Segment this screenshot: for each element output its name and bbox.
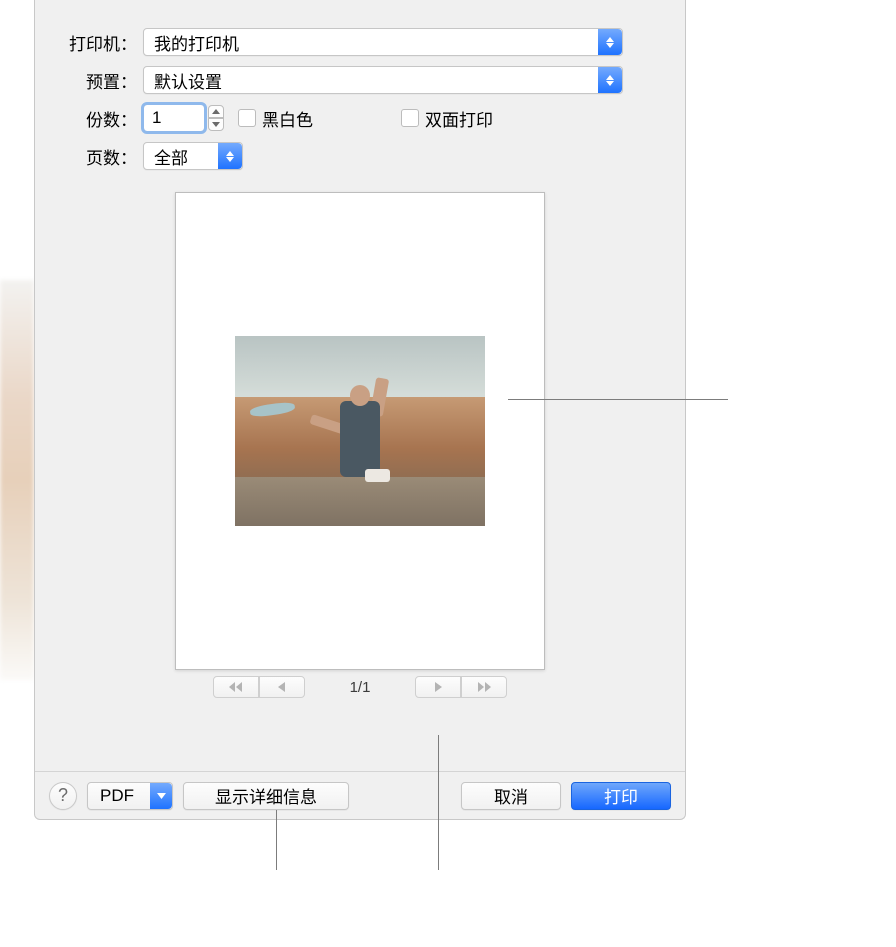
help-icon: ? bbox=[58, 785, 68, 806]
pages-label: 页数： bbox=[35, 144, 143, 169]
printer-value: 我的打印机 bbox=[154, 30, 239, 55]
copies-stepper[interactable] bbox=[208, 105, 224, 131]
chevron-left-icon bbox=[278, 682, 286, 692]
stepper-up-icon[interactable] bbox=[208, 105, 224, 118]
show-details-label: 显示详细信息 bbox=[215, 783, 317, 808]
page-counter: 1/1 bbox=[305, 679, 415, 696]
print-label: 打印 bbox=[604, 783, 638, 808]
copies-label: 份数： bbox=[35, 106, 143, 131]
background-blur bbox=[0, 280, 34, 680]
duplex-label: 双面打印 bbox=[425, 106, 493, 131]
checkbox-icon bbox=[238, 109, 256, 127]
chevron-double-right-icon bbox=[477, 682, 491, 692]
presets-select[interactable]: 默认设置 bbox=[143, 66, 623, 94]
prev-page-button[interactable] bbox=[259, 676, 305, 698]
checkbox-icon bbox=[401, 109, 419, 127]
callout-line bbox=[276, 810, 277, 870]
last-page-button[interactable] bbox=[461, 676, 507, 698]
pdf-menu[interactable]: PDF bbox=[87, 782, 173, 810]
pdf-label: PDF bbox=[100, 786, 134, 806]
bw-label: 黑白色 bbox=[262, 106, 313, 131]
next-page-button[interactable] bbox=[415, 676, 461, 698]
presets-value: 默认设置 bbox=[154, 68, 222, 93]
pages-value: 全部 bbox=[154, 144, 188, 169]
stepper-down-icon[interactable] bbox=[208, 118, 224, 131]
show-details-button[interactable]: 显示详细信息 bbox=[183, 782, 349, 810]
page-preview bbox=[175, 192, 545, 670]
first-page-button[interactable] bbox=[213, 676, 259, 698]
print-button[interactable]: 打印 bbox=[571, 782, 671, 810]
cancel-label: 取消 bbox=[494, 783, 528, 808]
help-button[interactable]: ? bbox=[49, 782, 77, 810]
updown-arrows-icon bbox=[598, 67, 622, 93]
updown-arrows-icon bbox=[218, 143, 242, 169]
chevron-double-left-icon bbox=[229, 682, 243, 692]
pages-select[interactable]: 全部 bbox=[143, 142, 243, 170]
cancel-button[interactable]: 取消 bbox=[461, 782, 561, 810]
copies-input[interactable] bbox=[143, 104, 205, 132]
duplex-checkbox[interactable]: 双面打印 bbox=[401, 106, 493, 131]
bw-checkbox[interactable]: 黑白色 bbox=[238, 106, 313, 131]
preview-photo bbox=[235, 336, 485, 526]
chevron-down-icon bbox=[150, 783, 172, 809]
printer-label: 打印机： bbox=[35, 30, 143, 55]
bottom-bar: ? PDF 显示详细信息 取消 打印 bbox=[35, 771, 685, 819]
callout-line bbox=[508, 399, 728, 400]
chevron-right-icon bbox=[434, 682, 442, 692]
print-dialog: 打印机： 我的打印机 预置： 默认设置 份数： bbox=[34, 0, 686, 820]
callout-line bbox=[438, 735, 439, 870]
updown-arrows-icon bbox=[598, 29, 622, 55]
printer-select[interactable]: 我的打印机 bbox=[143, 28, 623, 56]
presets-label: 预置： bbox=[35, 68, 143, 93]
